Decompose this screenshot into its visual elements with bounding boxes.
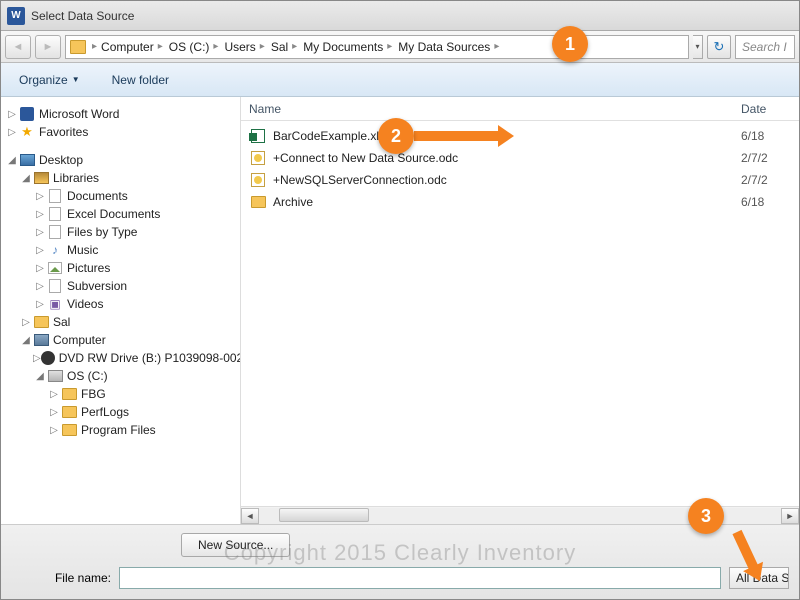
bottom-panel: New Source... File name: All Data S [1,524,799,599]
file-row[interactable]: +NewSQLServerConnection.odc 2/7/2 [249,169,791,191]
col-name[interactable]: Name [249,102,741,116]
crumb-mydocs[interactable]: My Documents▸ [303,40,396,54]
tree-pictures[interactable]: ▷Pictures [5,259,236,277]
refresh-button[interactable]: ↻ [707,35,731,59]
tree-os-c[interactable]: ◢OS (C:) [5,367,236,385]
callout-3: 3 [688,498,724,534]
file-row[interactable]: +Connect to New Data Source.odc 2/7/2 [249,147,791,169]
address-breadcrumb[interactable]: ▸ Computer▸ OS (C:)▸ Users▸ Sal▸ My Docu… [65,35,689,59]
callout-1: 1 [552,26,588,62]
tree-sal[interactable]: ▷Sal [5,313,236,331]
xlsx-icon [249,128,267,144]
tree-subversion[interactable]: ▷Subversion [5,277,236,295]
scroll-right-button[interactable]: ► [781,508,799,524]
file-date: 6/18 [741,195,791,209]
tree-excel-documents[interactable]: ▷Excel Documents [5,205,236,223]
tree-files-by-type[interactable]: ▷Files by Type [5,223,236,241]
tree-fbg[interactable]: ▷FBG [5,385,236,403]
window-title: Select Data Source [31,9,134,23]
crumb-computer[interactable]: Computer▸ [101,40,167,54]
tree-perflogs[interactable]: ▷PerfLogs [5,403,236,421]
file-pane: Name Date BarCodeExample.xlsx 6/18 +Conn… [241,97,799,524]
tree-program-files[interactable]: ▷Program Files [5,421,236,439]
folder-icon [249,194,267,210]
file-name: Archive [273,195,741,209]
folder-icon [70,40,86,54]
tree-computer[interactable]: ◢Computer [5,331,236,349]
file-name: +NewSQLServerConnection.odc [273,173,741,187]
file-list[interactable]: BarCodeExample.xlsx 6/18 +Connect to New… [241,121,799,506]
tree-microsoft-word[interactable]: ▷Microsoft Word [5,105,236,123]
odc-icon [249,172,267,188]
forward-button[interactable]: ► [35,35,61,59]
tree-desktop[interactable]: ◢Desktop [5,151,236,169]
body-pane: ▷Microsoft Word ▷★Favorites ◢Desktop ◢Li… [1,97,799,524]
file-date: 2/7/2 [741,151,791,165]
arrow-2 [414,131,500,141]
word-app-icon: W [7,7,25,25]
file-date: 2/7/2 [741,173,791,187]
callout-2: 2 [378,118,414,154]
tree-libraries[interactable]: ◢Libraries [5,169,236,187]
titlebar: W Select Data Source [1,1,799,31]
tree-videos[interactable]: ▷▣Videos [5,295,236,313]
addr-dropdown-button[interactable]: ▾ [693,35,703,59]
file-name: +Connect to New Data Source.odc [273,151,741,165]
back-button[interactable]: ◄ [5,35,31,59]
dialog-window: W Select Data Source ◄ ► ▸ Computer▸ OS … [0,0,800,600]
crumb-users[interactable]: Users▸ [224,40,268,54]
tree-documents[interactable]: ▷Documents [5,187,236,205]
column-headers[interactable]: Name Date [241,97,799,121]
scroll-thumb[interactable] [279,508,369,522]
navbar: ◄ ► ▸ Computer▸ OS (C:)▸ Users▸ Sal▸ My … [1,31,799,63]
tree-music[interactable]: ▷♪Music [5,241,236,259]
file-row[interactable]: BarCodeExample.xlsx 6/18 [249,125,791,147]
crumb-sal[interactable]: Sal▸ [271,40,301,54]
col-date[interactable]: Date [741,102,791,116]
new-folder-button[interactable]: New folder [104,69,177,91]
filename-input[interactable] [119,567,721,589]
organize-menu[interactable]: Organize▼ [11,69,88,91]
file-row[interactable]: Archive 6/18 [249,191,791,213]
search-input[interactable]: Search I [735,35,795,59]
crumb-mydatasources[interactable]: My Data Sources▸ [398,40,503,54]
new-source-button[interactable]: New Source... [181,533,290,557]
odc-icon [249,150,267,166]
crumb-osc[interactable]: OS (C:)▸ [169,40,223,54]
tree-dvd-drive[interactable]: ▷DVD RW Drive (B:) P1039098-002 [5,349,236,367]
tree-favorites[interactable]: ▷★Favorites [5,123,236,141]
filename-label: File name: [11,571,111,585]
toolbar: Organize▼ New folder [1,63,799,97]
file-date: 6/18 [741,129,791,143]
nav-tree[interactable]: ▷Microsoft Word ▷★Favorites ◢Desktop ◢Li… [1,97,241,524]
scroll-left-button[interactable]: ◄ [241,508,259,524]
